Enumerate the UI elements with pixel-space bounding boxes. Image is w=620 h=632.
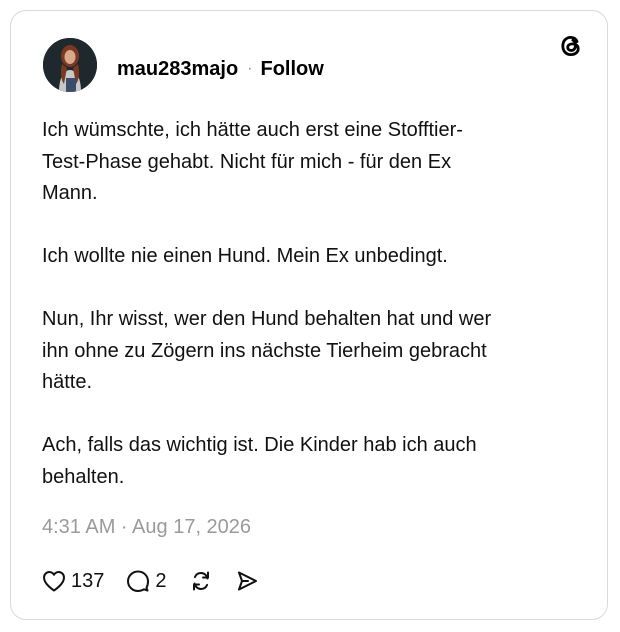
post-paragraph: Ich wollte nie einen Hund. Mein Ex unbed… [42,245,448,267]
repost-icon [189,569,213,593]
heart-icon [42,570,66,592]
username[interactable]: mau283majo [117,58,238,81]
post-paragraph: Ach, falls das wichtig ist. Die Kinder h… [42,434,477,488]
threads-logo-icon[interactable] [557,32,585,60]
threads-post-card: mau283majo · Follow Ich wümschte, ich hä… [10,10,608,620]
reply-count: 2 [155,569,167,592]
post-header: mau283majo · Follow [117,56,324,82]
avatar-image [43,38,97,92]
header-separator: · [247,60,253,77]
like-count: 137 [71,569,105,592]
action-bar: 137 2 [42,565,259,597]
follow-button[interactable]: Follow [261,58,324,81]
post-timestamp[interactable]: 4:31 AM · Aug 17, 2026 [42,516,251,539]
like-button[interactable]: 137 [42,570,104,593]
reply-button[interactable]: 2 [126,569,167,593]
post-paragraph: Nun, Ihr wisst, wer den Hund behalten ha… [42,308,492,393]
post-paragraph: Ich wümschte, ich hätte auch erst eine S… [42,119,463,204]
post-text: Ich wümschte, ich hätte auch erst eine S… [42,115,582,493]
avatar[interactable] [43,38,97,92]
share-button[interactable] [235,569,259,593]
send-icon [235,569,259,593]
repost-button[interactable] [189,569,213,593]
speech-bubble-icon [126,569,150,593]
